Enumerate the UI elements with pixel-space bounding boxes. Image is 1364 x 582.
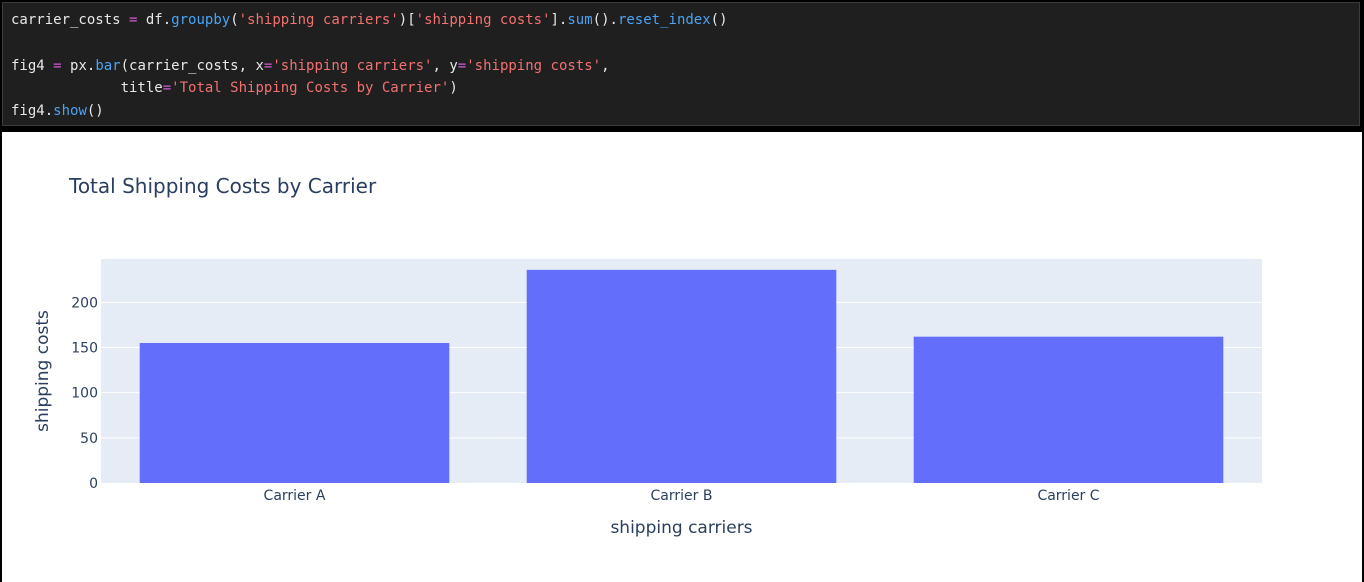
- y-tick-label: 200: [71, 295, 98, 311]
- code-token: ,: [601, 58, 610, 74]
- code-token: 'shipping carriers': [272, 58, 433, 74]
- y-tick-label: 50: [80, 431, 98, 447]
- code-token: ): [449, 80, 458, 96]
- code-token: show: [53, 103, 87, 119]
- bar: [526, 269, 837, 483]
- code-token: ].: [550, 12, 568, 28]
- code-token: , y: [432, 58, 458, 74]
- code-token: px.: [61, 58, 96, 74]
- code-token: fig4.: [11, 103, 54, 119]
- code-token: groupby: [171, 12, 231, 28]
- code-line: carrier_costs = df.groupby('shipping car…: [11, 9, 728, 31]
- bar: [139, 343, 450, 483]
- code-cell[interactable]: carrier_costs = df.groupby('shipping car…: [2, 2, 1360, 126]
- output-area: Total Shipping Costs by Carrier 0 50 100 15…: [2, 132, 1362, 582]
- code-token: sum: [567, 12, 593, 28]
- code-token: df.: [137, 12, 172, 28]
- code-line: title='Total Shipping Costs by Carrier'): [11, 77, 458, 99]
- code-token: =: [53, 58, 62, 74]
- y-tick-label: 0: [89, 476, 98, 492]
- code-token: 'shipping carriers': [238, 12, 399, 28]
- code-token: 'Total Shipping Costs by Carrier': [171, 80, 450, 96]
- code-token: 'shipping costs': [466, 58, 602, 74]
- y-tick-label: 100: [71, 386, 98, 402]
- y-tick-label: 150: [71, 341, 98, 357]
- x-tick-label: Carrier C: [1037, 488, 1099, 504]
- code-token: (carrier_costs, x: [120, 58, 264, 74]
- code-token: carrier_costs: [11, 12, 130, 28]
- code-token: ().: [592, 12, 618, 28]
- y-axis-title: shipping costs: [33, 310, 53, 432]
- code-token: (): [710, 12, 728, 28]
- code-token: =: [457, 58, 467, 74]
- bar-chart: 0 50 100 150 200 Carrier A Carrier B Carrier C s…: [33, 259, 1262, 538]
- code-line: fig4.show(): [11, 100, 104, 122]
- code-token: (): [86, 103, 104, 119]
- code-token: =: [162, 80, 172, 96]
- bar: [913, 336, 1224, 483]
- code-token: fig4: [11, 58, 54, 74]
- x-tick-label: Carrier B: [651, 488, 713, 504]
- code-token: title: [11, 80, 163, 96]
- code-token: )[: [398, 12, 416, 28]
- x-axis-title: shipping carriers: [610, 518, 752, 538]
- code-token: bar: [95, 58, 121, 74]
- code-token: (: [230, 12, 239, 28]
- x-tick-label: Carrier A: [264, 488, 326, 504]
- code-token: reset_index: [617, 12, 711, 28]
- code-line: fig4 = px.bar(carrier_costs, x='shipping…: [11, 55, 610, 77]
- code-token: 'shipping costs': [415, 12, 551, 28]
